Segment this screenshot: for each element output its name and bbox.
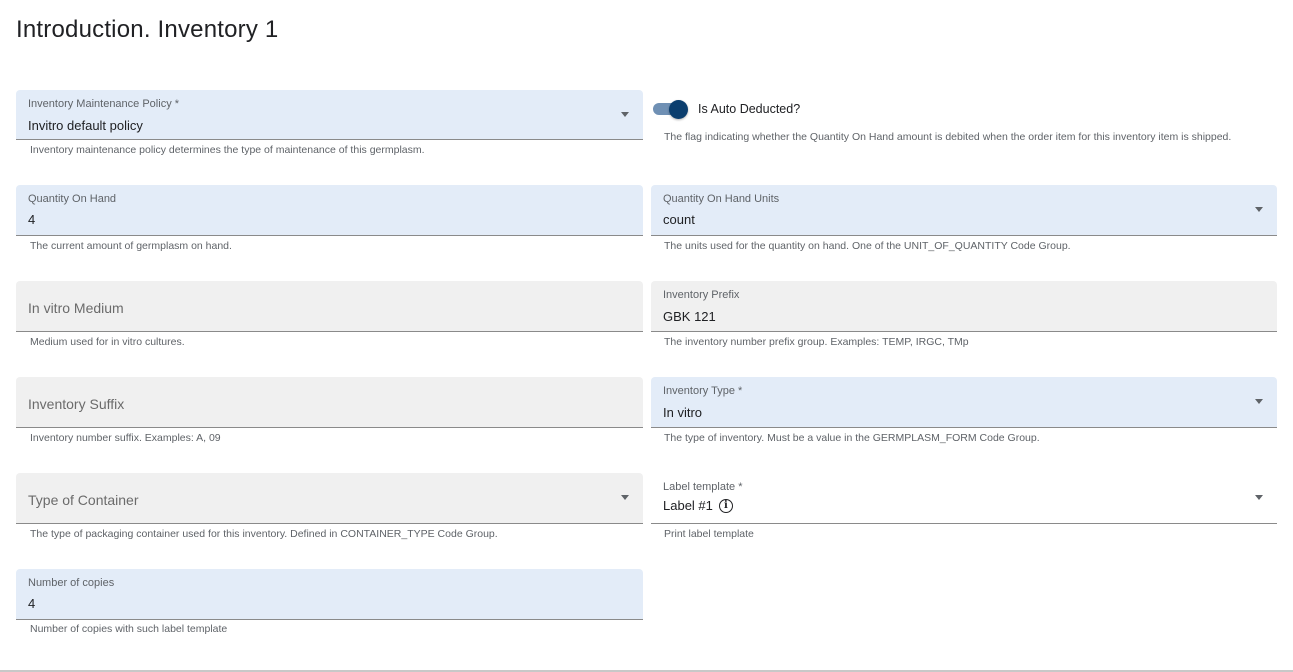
container-type-placeholder: Type of Container [28,492,139,508]
maintenance-policy-label: Inventory Maintenance Policy * [28,98,180,110]
chevron-down-icon[interactable] [1255,207,1263,212]
quantity-on-hand-input[interactable]: Quantity On Hand 4 [16,185,643,236]
inventory-type-label: Inventory Type * [663,385,743,397]
label-template-hint: Print label template [664,528,754,540]
page-title: Introduction. Inventory 1 [16,16,279,43]
quantity-on-hand-value[interactable]: 4 [28,212,35,227]
quantity-on-hand-label: Quantity On Hand [28,193,117,205]
quantity-units-select[interactable]: Quantity On Hand Units count [651,185,1277,236]
label-template-label: Label template * [663,481,743,493]
quantity-units-label: Quantity On Hand Units [663,193,780,205]
inventory-prefix-input[interactable]: Inventory Prefix GBK 121 [651,281,1277,332]
inventory-suffix-placeholder: Inventory Suffix [28,396,125,412]
maintenance-policy-value: Invitro default policy [28,118,143,133]
chevron-down-icon[interactable] [621,495,629,500]
maintenance-policy-hint: Inventory maintenance policy determines … [30,144,425,156]
in-vitro-medium-input[interactable]: In vitro Medium [16,281,643,332]
auto-deducted-hint: The flag indicating whether the Quantity… [664,131,1232,143]
number-of-copies-value[interactable]: 4 [28,596,35,611]
inventory-prefix-hint: The inventory number prefix group. Examp… [664,336,969,348]
inventory-prefix-value[interactable]: GBK 121 [663,309,716,324]
chevron-down-icon[interactable] [1255,495,1263,500]
quantity-on-hand-hint: The current amount of germplasm on hand. [30,240,232,252]
container-type-select[interactable]: Type of Container [16,473,643,524]
label-template-select[interactable]: Label template * Label #1 i [651,473,1277,524]
info-icon[interactable]: i [718,498,733,513]
in-vitro-medium-hint: Medium used for in vitro cultures. [30,336,185,348]
inventory-type-value: In vitro [663,405,703,420]
label-template-value-wrap: Label #1 i [663,498,733,513]
quantity-units-hint: The units used for the quantity on hand.… [664,240,1071,252]
inventory-suffix-input[interactable]: Inventory Suffix [16,377,643,428]
auto-deducted-label: Is Auto Deducted? [698,102,801,116]
toggle-thumb[interactable] [669,100,688,119]
inventory-type-hint: The type of inventory. Must be a value i… [664,432,1040,444]
inventory-type-select[interactable]: Inventory Type * In vitro [651,377,1277,428]
inventory-suffix-hint: Inventory number suffix. Examples: A, 09 [30,432,221,444]
number-of-copies-label: Number of copies [28,577,115,589]
chevron-down-icon[interactable] [1255,399,1263,404]
number-of-copies-input[interactable]: Number of copies 4 [16,569,643,620]
in-vitro-medium-placeholder: In vitro Medium [28,300,124,316]
maintenance-policy-select[interactable]: Inventory Maintenance Policy * Invitro d… [16,90,643,140]
quantity-units-value: count [663,212,695,227]
label-template-value: Label #1 [663,498,713,513]
number-of-copies-hint: Number of copies with such label templat… [30,623,228,635]
auto-deducted-toggle[interactable] [651,100,689,119]
container-type-hint: The type of packaging container used for… [30,528,498,540]
inventory-prefix-label: Inventory Prefix [663,289,740,301]
chevron-down-icon[interactable] [621,112,629,117]
